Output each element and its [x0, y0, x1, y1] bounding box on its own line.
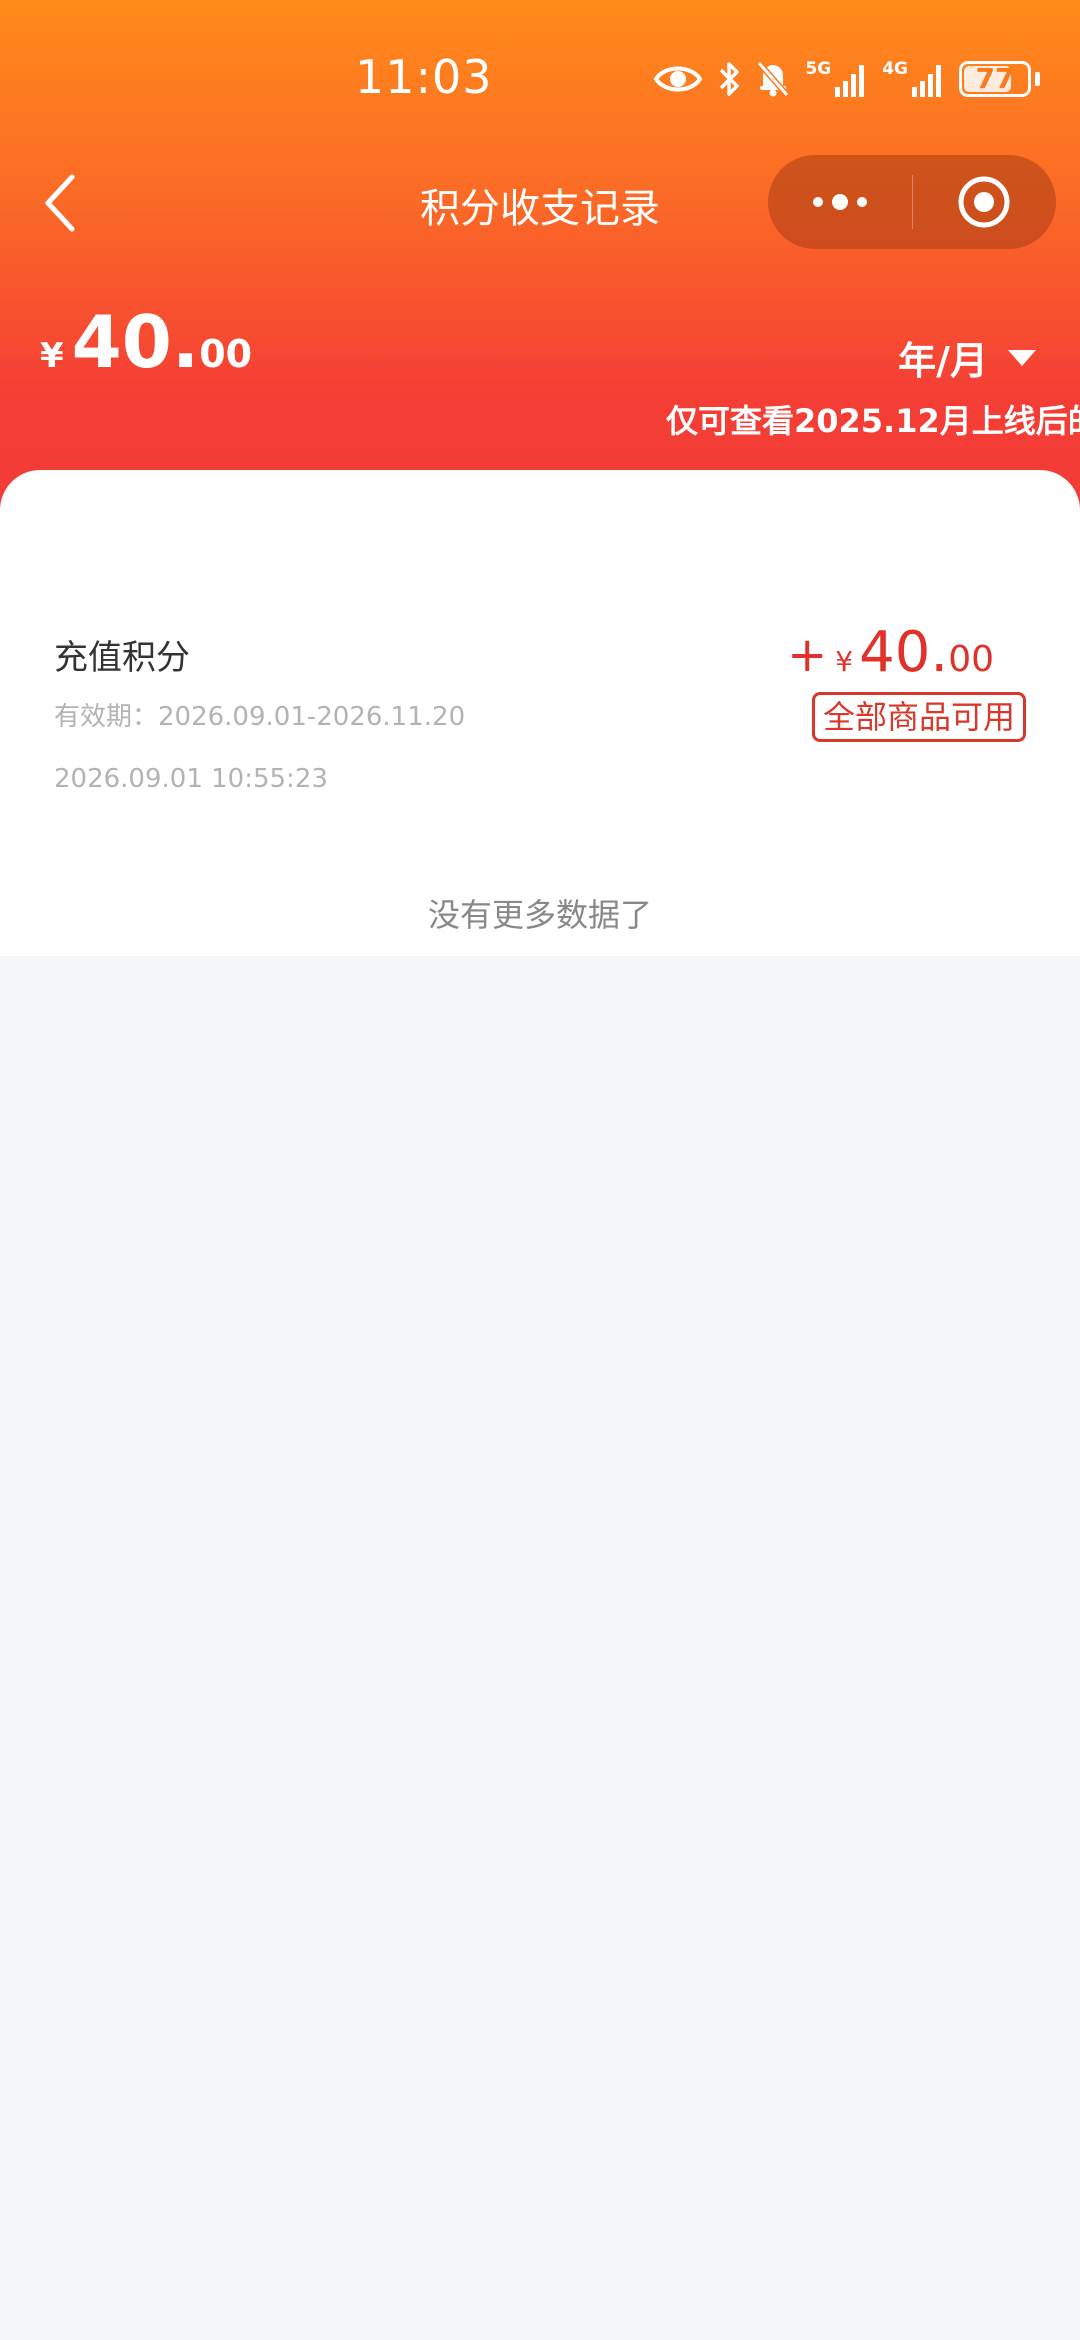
signal-4g-icon: 4G [882, 61, 945, 97]
record-amount-decimal: 00 [948, 639, 994, 680]
mini-program-capsule [768, 155, 1056, 249]
record-amount-integer: 40. [859, 620, 949, 685]
close-mini-program-button[interactable] [913, 155, 1057, 249]
more-dots-icon [812, 194, 867, 210]
status-time: 11:03 [355, 50, 493, 104]
signal-5g-icon: 5G [805, 61, 868, 97]
bluetooth-icon [717, 59, 741, 99]
record-time: 2026.09.01 10:55:23 [54, 764, 328, 794]
caret-down-icon [1008, 349, 1036, 366]
status-bar: 11:03 5G 4G 77 [0, 0, 1080, 150]
more-button[interactable] [768, 155, 912, 249]
signal-4g-label: 4G [882, 59, 908, 79]
signal-5g-label: 5G [805, 59, 832, 79]
balance-integer: 40. [71, 300, 200, 384]
balance-total: ¥ 40. 00 [40, 300, 252, 384]
list-end-text: 没有更多数据了 [427, 896, 652, 934]
record-title: 充值积分 [54, 638, 190, 678]
battery-level: 77 [975, 62, 1015, 95]
record-scope-tag: 全部商品可用 [811, 692, 1026, 742]
records-card: 充值积分 有效期：2026.09.01-2026.11.20 2026.09.0… [0, 470, 1080, 956]
target-circle-icon [958, 176, 1010, 228]
page: 11:03 5G 4G 77 积分收支记录 ¥ 40. 00 年/月 仅可查看2… [0, 0, 1080, 2340]
chevron-left-icon [45, 174, 75, 232]
date-filter[interactable]: 年/月 [898, 330, 1038, 385]
record-amount-sign: + [787, 627, 828, 683]
status-icons: 5G 4G 77 [653, 56, 1040, 102]
back-button[interactable] [30, 168, 90, 238]
notice-text: 仅可查看2025.12月上线后的 [666, 402, 1080, 440]
record-validity: 有效期：2026.09.01-2026.11.20 [54, 702, 466, 732]
record-amount: + ¥ 40. 00 [787, 620, 994, 685]
battery-icon: 77 [959, 61, 1031, 97]
balance-decimal: 00 [199, 332, 253, 376]
bell-muted-icon [755, 59, 791, 99]
record-amount-currency: ¥ [835, 645, 854, 678]
balance-currency: ¥ [40, 336, 64, 376]
eye-icon [653, 61, 703, 97]
date-filter-label: 年/月 [898, 339, 988, 383]
battery-cap [1035, 72, 1040, 86]
